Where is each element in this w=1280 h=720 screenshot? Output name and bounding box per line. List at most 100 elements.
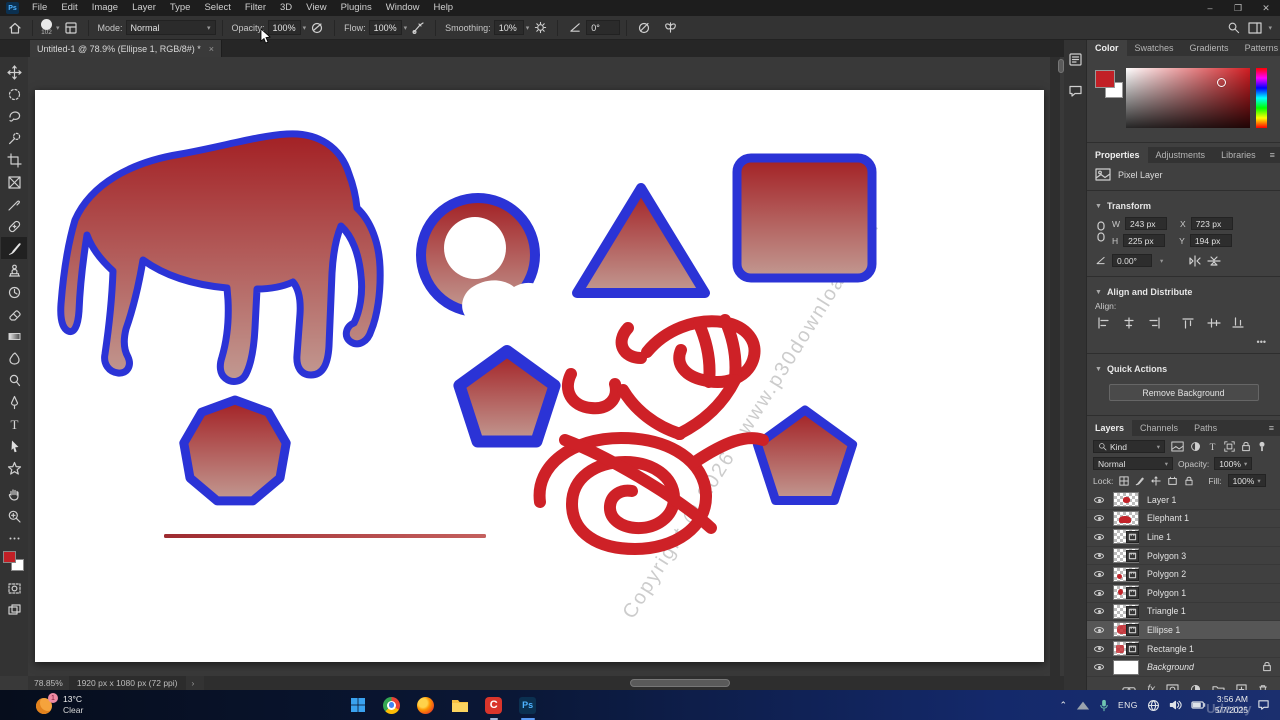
document-tab[interactable]: Untitled-1 @ 78.9% (Ellipse 1, RGB/8#) *… xyxy=(30,40,222,57)
vertical-scrollbar[interactable] xyxy=(1050,57,1060,676)
menu-image[interactable]: Image xyxy=(85,0,125,16)
color-saturation-field[interactable] xyxy=(1126,68,1250,128)
menu-type[interactable]: Type xyxy=(163,0,198,16)
filter-type-layers-icon[interactable]: T xyxy=(1207,441,1218,452)
brush-angle-field[interactable]: 0° xyxy=(586,20,620,35)
tool-zoom[interactable] xyxy=(1,505,27,527)
canvas-area[interactable]: Copyright @ 2026 - www.p30download.com xyxy=(28,57,1064,690)
visibility-eye-icon[interactable] xyxy=(1091,627,1107,633)
menu-view[interactable]: View xyxy=(299,0,333,16)
screen-mode-icon[interactable] xyxy=(1,599,27,621)
minimize-button[interactable]: – xyxy=(1196,0,1224,16)
filter-shape-layers-icon[interactable] xyxy=(1224,441,1235,452)
layers-fill-field[interactable]: 100%▾ xyxy=(1228,474,1266,487)
tab-color[interactable]: Color xyxy=(1087,40,1127,56)
menu-layer[interactable]: Layer xyxy=(125,0,163,16)
tool-smudge[interactable] xyxy=(1,347,27,369)
y-field[interactable]: 194 px xyxy=(1190,234,1232,247)
blend-mode-select[interactable]: Normal▾ xyxy=(1093,457,1173,470)
filter-adjustment-layers-icon[interactable] xyxy=(1190,441,1201,452)
file-explorer-icon[interactable] xyxy=(448,693,472,717)
workspace-switcher-icon[interactable] xyxy=(1246,19,1264,37)
visibility-eye-icon[interactable] xyxy=(1091,497,1107,503)
polygon3-shape[interactable] xyxy=(757,410,852,501)
tool-brush[interactable] xyxy=(1,237,27,259)
flip-vertical-icon[interactable] xyxy=(1207,255,1221,267)
tool-hand[interactable] xyxy=(1,483,27,505)
hidden-icons-chevron-icon[interactable]: ⌃ xyxy=(1059,700,1067,711)
language-indicator[interactable]: ENG xyxy=(1118,700,1138,710)
opacity-field[interactable]: 100% xyxy=(268,20,301,35)
tab-properties[interactable]: Properties xyxy=(1087,147,1148,163)
flow-field[interactable]: 100% xyxy=(369,20,402,35)
elephant-shape[interactable] xyxy=(61,134,380,382)
photoshop-taskbar-icon[interactable]: Ps xyxy=(516,693,540,717)
display-icon[interactable] xyxy=(1076,700,1090,711)
layer-row[interactable]: Rectangle 1 xyxy=(1087,640,1280,659)
menu-plugins[interactable]: Plugins xyxy=(334,0,379,16)
align-center-h-icon[interactable] xyxy=(1122,317,1136,329)
color-cursor-ring[interactable] xyxy=(1217,78,1226,87)
layer-row[interactable]: Polygon 3 xyxy=(1087,547,1280,566)
lock-pixels-icon[interactable] xyxy=(1135,476,1145,486)
menu-window[interactable]: Window xyxy=(379,0,427,16)
height-field[interactable]: 225 px xyxy=(1123,234,1165,247)
align-right-icon[interactable] xyxy=(1147,317,1161,329)
tab-libraries[interactable]: Libraries xyxy=(1213,147,1264,163)
layer-filter-kind-select[interactable]: Kind ▾ xyxy=(1093,440,1165,453)
menu-filter[interactable]: Filter xyxy=(238,0,273,16)
tool-marquee[interactable] xyxy=(1,83,27,105)
foreground-background-swatches[interactable] xyxy=(2,551,26,573)
zoom-level[interactable]: 78.85% xyxy=(28,678,69,688)
search-icon[interactable] xyxy=(1224,19,1242,37)
smoothing-chevron-icon[interactable]: ▾ xyxy=(526,24,530,32)
mode-select[interactable]: Normal▾ xyxy=(126,20,216,35)
flow-chevron-icon[interactable]: ▾ xyxy=(404,24,408,32)
lock-position-icon[interactable] xyxy=(1151,476,1161,486)
tool-frame[interactable] xyxy=(1,171,27,193)
opacity-pressure-icon[interactable] xyxy=(308,19,326,37)
ellipse-shape[interactable] xyxy=(421,198,559,327)
history-panel-icon[interactable] xyxy=(1068,52,1083,70)
close-button[interactable]: ✕ xyxy=(1252,0,1280,16)
visibility-eye-icon[interactable] xyxy=(1091,590,1107,596)
visibility-eye-icon[interactable] xyxy=(1091,608,1107,614)
tool-custom-shape[interactable] xyxy=(1,457,27,479)
visibility-eye-icon[interactable] xyxy=(1091,534,1107,540)
constrain-proportions-icon[interactable] xyxy=(1095,219,1107,245)
camtasia-icon[interactable]: C xyxy=(482,693,506,717)
align-bottom-icon[interactable] xyxy=(1232,317,1246,329)
symmetry-butterfly-icon[interactable] xyxy=(661,19,679,37)
transform-collapse-icon[interactable]: ▼ xyxy=(1095,203,1102,210)
polygon2-shape[interactable] xyxy=(459,351,554,442)
layer-row[interactable]: Triangle 1 xyxy=(1087,603,1280,622)
properties-panel-menu-icon[interactable]: ≡ xyxy=(1264,147,1280,163)
lock-artboard-icon[interactable] xyxy=(1167,476,1178,486)
layer-row[interactable]: Elephant 1 xyxy=(1087,510,1280,529)
quick-actions-collapse-icon[interactable]: ▼ xyxy=(1095,366,1102,373)
tab-layers[interactable]: Layers xyxy=(1087,420,1132,436)
foreground-color-swatch[interactable] xyxy=(3,551,16,563)
brush-settings-panel-icon[interactable] xyxy=(62,19,80,37)
lock-all-icon[interactable] xyxy=(1184,476,1194,486)
align-more-button[interactable]: ••• xyxy=(1087,335,1280,349)
tool-type[interactable]: T xyxy=(1,413,27,435)
tool-pen[interactable] xyxy=(1,391,27,413)
filter-smart-objects-icon[interactable] xyxy=(1241,441,1251,452)
brush-picker-chevron-icon[interactable]: ▾ xyxy=(56,24,60,32)
visibility-eye-icon[interactable] xyxy=(1091,571,1107,577)
visibility-eye-icon[interactable] xyxy=(1091,664,1107,670)
hue-slider[interactable] xyxy=(1256,68,1267,128)
menu-select[interactable]: Select xyxy=(197,0,237,16)
tool-eraser[interactable] xyxy=(1,303,27,325)
tab-swatches[interactable]: Swatches xyxy=(1127,40,1182,56)
tool-lasso[interactable] xyxy=(1,105,27,127)
speaker-icon[interactable] xyxy=(1169,699,1182,711)
opacity-chevron-icon[interactable]: ▾ xyxy=(303,24,307,32)
layer-row[interactable]: Background xyxy=(1087,658,1280,677)
menu-3d[interactable]: 3D xyxy=(273,0,299,16)
status-chevron-icon[interactable]: › xyxy=(186,678,201,688)
triangle-shape[interactable] xyxy=(577,188,705,293)
width-field[interactable]: 243 px xyxy=(1125,217,1167,230)
tool-history-brush[interactable] xyxy=(1,281,27,303)
